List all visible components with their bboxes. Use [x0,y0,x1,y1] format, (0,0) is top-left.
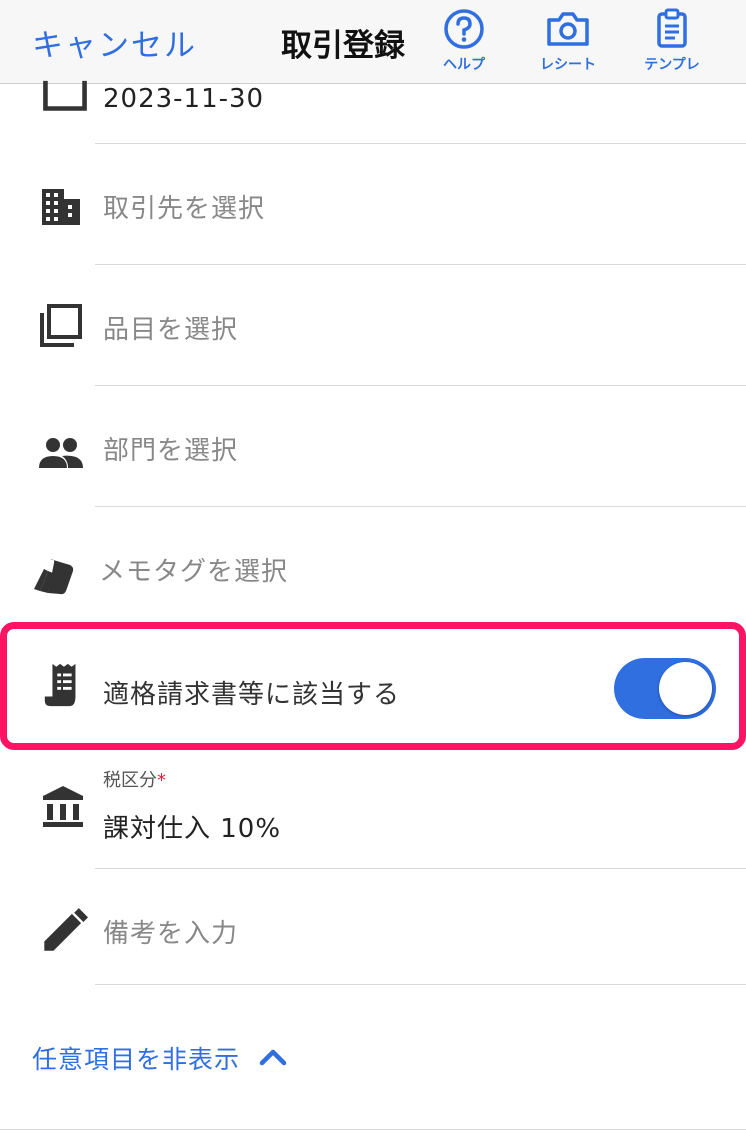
tax-label-text: 税区分 [103,770,157,791]
receipt-button[interactable]: レシート [518,8,618,78]
receipt-label: レシート [540,57,596,73]
help-label: ヘルプ [443,57,485,73]
help-button[interactable]: ヘルプ [414,8,514,78]
remarks-row[interactable]: 備考を入力 [0,869,746,984]
tax-row[interactable]: 課対仕入 10% [0,786,746,868]
template-button[interactable]: テンプレ [622,8,722,78]
partner-row[interactable]: 取引先を選択 [0,144,746,264]
department-row[interactable]: 部門を選択 [0,386,746,506]
partner-select: 取引先を選択 [103,194,266,224]
page-title: 取引登録 [281,28,405,64]
cancel-button[interactable]: キャンセル [32,20,197,65]
department-select: 部門を選択 [103,436,239,466]
tag-icon [34,559,74,595]
required-mark: * [157,770,166,791]
item-row[interactable]: 品目を選択 [0,265,746,385]
bank-icon [43,786,83,827]
tax-value: 課対仕入 10% [103,814,282,844]
clipboard-icon [657,8,687,48]
item-select: 品目を選択 [103,315,239,345]
invoice-toggle[interactable] [614,658,716,719]
toggle-knob [659,662,712,715]
template-label: テンプレ [644,57,700,73]
calendar-icon [43,80,87,111]
divider [95,984,746,985]
header-bar: キャンセル 取引登録 ヘルプ レシート テンプレ [0,0,746,84]
people-icon [39,438,83,468]
building-icon [42,189,80,225]
pencil-icon [44,908,88,951]
help-circle-icon [444,9,484,49]
tax-label: 税区分* [103,766,166,792]
remarks-input: 備考を入力 [103,919,239,949]
camera-icon [547,12,589,46]
divider [0,1129,746,1130]
invoice-label: 適格請求書等に該当する [103,680,401,710]
receipt-icon [44,663,76,707]
chevron-up-icon[interactable] [258,1044,288,1068]
date-row[interactable]: 2023-11-30 [0,80,746,144]
copy-stack-icon [40,304,82,347]
hide-optional-fields-link[interactable]: 任意項目を非表示 [32,1040,240,1076]
memo-tag-row[interactable]: メモタグを選択 [0,507,746,622]
memo-tag-select: メモタグを選択 [99,557,289,587]
date-value: 2023-11-30 [103,84,265,114]
